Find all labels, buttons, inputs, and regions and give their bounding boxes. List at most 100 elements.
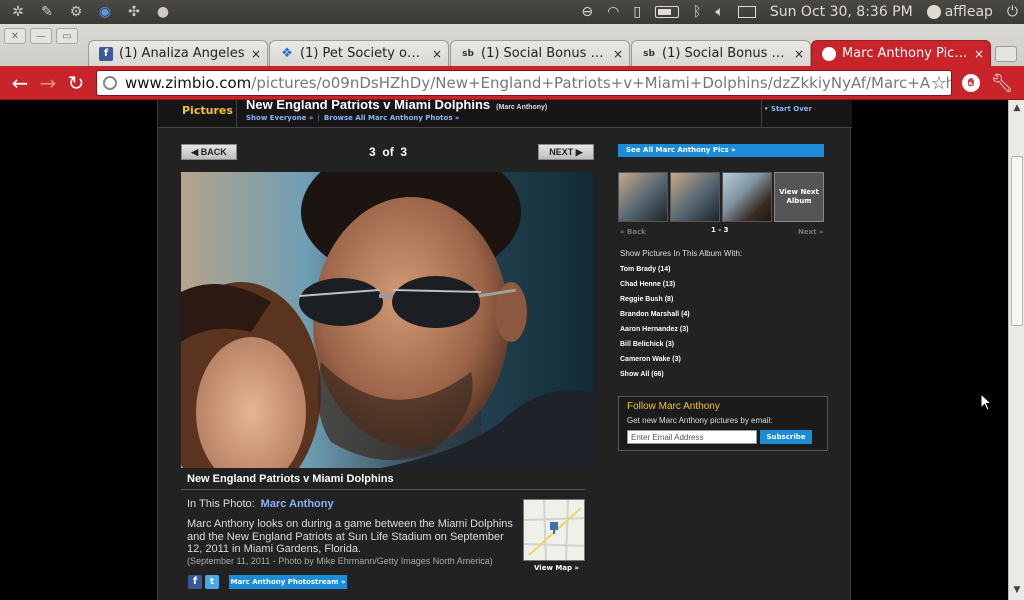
photo-description: Marc Anthony looks on during a game betw… [187, 518, 513, 555]
person-link-marc-anthony[interactable]: Marc Anthony [261, 498, 334, 510]
tab-analiza-angeles[interactable]: f (1) Analiza Angeles × [88, 40, 268, 66]
app-icon[interactable]: ● [152, 1, 174, 23]
facebook-icon: f [99, 46, 113, 61]
subscribe-button[interactable]: Subscribe [760, 430, 812, 444]
tab-marc-anthony[interactable]: Marc Anthony Pict... × [811, 40, 991, 66]
follow-subtitle: Get new Marc Anthony pictures by email: [627, 416, 773, 425]
photo-counter: 3 of 3 [369, 145, 408, 159]
divider [181, 489, 585, 490]
see-all-pics-link[interactable]: See All Marc Anthony Pics » [618, 144, 824, 157]
wifi-icon[interactable]: ◠ [607, 4, 619, 20]
new-tab-button[interactable] [995, 46, 1017, 62]
browser-toolbar: ← → ↻ www.zimbio.com/pictures/o09nDsHZhD… [0, 66, 1024, 100]
disk-icon[interactable]: ⊖ [581, 4, 593, 20]
start-over-link[interactable]: • Start Over [764, 105, 812, 113]
photo-title: New England Patriots v Miami Dolphins [187, 473, 394, 485]
person-link[interactable]: Chad Henne (13) [620, 281, 690, 296]
mail-icon[interactable] [737, 6, 756, 18]
bookmark-star-icon[interactable]: ☆ [930, 73, 947, 94]
wrench-menu-icon[interactable]: 🔧︎ [990, 71, 1014, 95]
main-photo[interactable] [181, 172, 593, 468]
panel-clock[interactable]: Sun Oct 30, 8:36 PM [770, 4, 913, 20]
forward-arrow-icon[interactable]: → [36, 71, 60, 95]
scroll-up-icon[interactable]: ▲ [1011, 102, 1023, 114]
person-link[interactable]: Aaron Hernandez (3) [620, 326, 690, 341]
album-thumbnail-2[interactable] [670, 172, 720, 222]
volume-icon[interactable]: 🔈︎ [715, 4, 723, 20]
reload-icon[interactable]: ↻ [64, 71, 88, 95]
page-scrollbar[interactable]: ▲ ▼ [1008, 100, 1024, 600]
content-column: Pictures New England Patriots v Miami Do… [157, 100, 852, 600]
browse-all-link[interactable]: Browse All Marc Anthony Photos » [324, 114, 460, 122]
map-thumbnail[interactable] [523, 499, 585, 561]
sb-icon: sb [462, 48, 474, 59]
tab-pet-society[interactable]: ❖ (1) Pet Society on ... × [269, 40, 449, 66]
chrome-icon[interactable]: ◉ [94, 1, 116, 23]
thumbnails-back-link[interactable]: « Back [620, 228, 646, 236]
view-map-link[interactable]: View Map » [534, 564, 579, 572]
photo-illustration [181, 172, 593, 468]
show-everyone-link[interactable]: Show Everyone » [246, 114, 313, 122]
show-all-link[interactable]: Show All (66) [620, 371, 690, 386]
system-top-panel: ✲ ✎ ⚙ ◉ ✣ ● ⊖ ◠ ▯ ᛒ 🔈︎ Sun Oct 30, 8:36 … [0, 0, 1024, 24]
person-link[interactable]: Cameron Wake (3) [620, 356, 690, 371]
adblock-button[interactable]: ✋︎ [959, 71, 983, 95]
pictures-subnav: Pictures New England Patriots v Miami Do… [158, 100, 852, 128]
album-thumbnail-1[interactable] [618, 172, 668, 222]
tab-close-icon[interactable]: × [251, 47, 261, 61]
thumbnail-range: 1 - 3 [711, 226, 729, 234]
scroll-down-icon[interactable]: ▼ [1011, 584, 1023, 596]
page-viewport: Pictures New England Patriots v Miami Do… [0, 100, 1008, 600]
battery-icon[interactable] [655, 6, 680, 18]
follow-title: Follow Marc Anthony [627, 401, 720, 412]
tab-close-icon[interactable]: × [974, 47, 984, 61]
back-button[interactable]: ◀ BACK [181, 144, 237, 160]
text-editor-icon[interactable]: ✎ [36, 1, 58, 23]
divider [761, 100, 762, 128]
view-next-album-button[interactable]: View Next Album [774, 172, 824, 222]
ubuntu-logo-icon[interactable]: ✲ [7, 1, 29, 23]
divider [236, 100, 237, 128]
window-close-button[interactable]: ✕ [4, 28, 26, 44]
in-this-photo: In This Photo: Marc Anthony [187, 498, 334, 510]
map-illustration [524, 500, 584, 560]
puzzle-icon[interactable]: ✣ [123, 1, 145, 23]
address-bar[interactable]: www.zimbio.com/pictures/o09nDsHZhDy/New+… [96, 70, 952, 96]
settings-gear-icon[interactable]: ⚙ [65, 1, 87, 23]
mouse-cursor-icon [980, 393, 992, 411]
user-icon [926, 5, 941, 19]
zimbio-icon [822, 46, 836, 61]
bluetooth-icon[interactable]: ᛒ [693, 4, 701, 20]
person-link[interactable]: Bill Belichick (3) [620, 341, 690, 356]
album-thumbnail-3[interactable] [722, 172, 772, 222]
pictures-section-label[interactable]: Pictures [182, 104, 233, 117]
phone-icon[interactable]: ▯ [633, 4, 641, 20]
window-minimize-button[interactable]: — [30, 28, 52, 44]
back-arrow-icon[interactable]: ← [8, 71, 32, 95]
link-divider: | [317, 114, 320, 122]
person-link[interactable]: Brandon Marshall (4) [620, 311, 690, 326]
album-title: New England Patriots v Miami Dolphins (Ma… [246, 100, 548, 112]
window-maximize-button[interactable]: ▭ [56, 28, 78, 44]
thumbnails-next-link[interactable]: Next » [798, 228, 823, 236]
twitter-share-icon[interactable]: t [205, 575, 219, 589]
photo-credit: (September 11, 2011 - Photo by Mike Ehrm… [187, 556, 493, 566]
power-icon[interactable]: ⏻ [1007, 4, 1018, 20]
person-link[interactable]: Tom Brady (14) [620, 266, 690, 281]
tab-close-icon[interactable]: × [794, 47, 804, 61]
panel-user[interactable]: affleap [926, 4, 993, 20]
tab-close-icon[interactable]: × [613, 47, 623, 61]
tab-social-bonus-2[interactable]: sb (1) Social Bonus on... × [631, 40, 811, 66]
scroll-thumb[interactable] [1011, 156, 1023, 326]
tab-close-icon[interactable]: × [432, 47, 442, 61]
email-input[interactable] [627, 430, 757, 444]
tab-social-bonus-1[interactable]: sb (1) Social Bonus on... × [450, 40, 630, 66]
next-button[interactable]: NEXT ▶ [538, 144, 594, 160]
globe-icon [103, 76, 117, 90]
paw-icon: ❖ [281, 46, 293, 61]
facebook-share-icon[interactable]: f [188, 575, 202, 589]
subnav-links: Show Everyone » | Browse All Marc Anthony … [246, 114, 459, 122]
person-link[interactable]: Reggie Bush (8) [620, 296, 690, 311]
photostream-button[interactable]: Marc Anthony Photostream » [229, 575, 347, 589]
people-list: Tom Brady (14) Chad Henne (13) Reggie Bu… [620, 266, 690, 386]
